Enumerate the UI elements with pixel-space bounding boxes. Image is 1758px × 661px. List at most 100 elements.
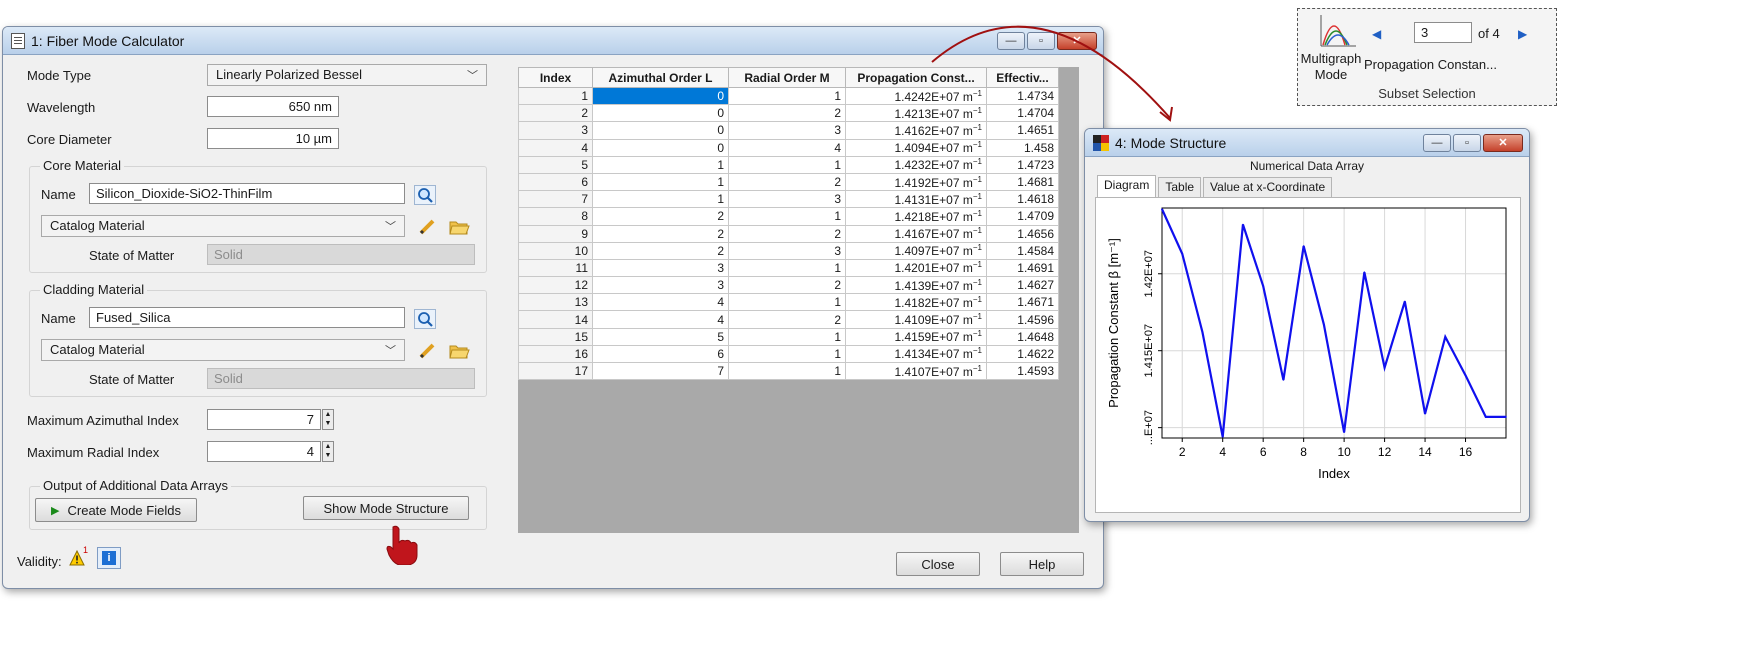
table-cell[interactable]: 6 (518, 172, 593, 192)
cladding-search-button[interactable] (413, 308, 437, 330)
table-cell[interactable]: 1.4648 (986, 327, 1059, 346)
table-cell[interactable]: 1.4167E+07 m−1 (845, 224, 987, 243)
table-cell[interactable]: 1.4709 (986, 207, 1059, 226)
core-search-button[interactable] (413, 184, 437, 206)
table-cell[interactable]: 4 (518, 138, 593, 157)
table-row[interactable]: 16 6 1 1.4134E+07 m−1 1.4622 (518, 344, 1059, 364)
table-cell[interactable]: 5 (518, 155, 593, 174)
minimize-button[interactable]: — (997, 31, 1025, 50)
table-cell[interactable]: 1.4107E+07 m−1 (845, 361, 987, 381)
show-mode-structure-button[interactable]: Show Mode Structure (303, 496, 469, 520)
cladding-open-button[interactable] (447, 340, 471, 362)
table-row[interactable]: 11 3 1 1.4201E+07 m−1 1.4691 (518, 258, 1059, 278)
table-row[interactable]: 10 2 3 1.4097E+07 m−1 1.4584 (518, 241, 1059, 260)
minimize-button[interactable]: — (1423, 133, 1451, 152)
table-cell[interactable]: 4 (592, 310, 729, 329)
table-cell[interactable]: 1.4192E+07 m−1 (845, 172, 987, 192)
table-cell[interactable]: 1 (728, 293, 846, 312)
table-cell[interactable]: 1.4596 (986, 310, 1059, 329)
close-button[interactable]: Close (896, 552, 980, 576)
calc-titlebar[interactable]: 1: Fiber Mode Calculator — ▫ ✕ (3, 27, 1103, 55)
table-row[interactable]: 1 0 1 1.4242E+07 m−1 1.4734 (518, 86, 1059, 106)
info-button[interactable]: i (97, 547, 121, 569)
table-row[interactable]: 17 7 1 1.4107E+07 m−1 1.4593 (518, 361, 1059, 381)
table-row[interactable]: 8 2 1 1.4218E+07 m−1 1.4709 (518, 207, 1059, 226)
mode-type-select[interactable]: Linearly Polarized Bessel ﹀ (207, 64, 487, 86)
maximize-button[interactable]: ▫ (1453, 133, 1481, 152)
maximize-button[interactable]: ▫ (1027, 31, 1055, 50)
previous-subset-icon[interactable]: ◀ (1372, 27, 1381, 41)
table-row[interactable]: 13 4 1 1.4182E+07 m−1 1.4671 (518, 293, 1059, 312)
tab-diagram[interactable]: Diagram (1097, 175, 1157, 197)
col-header-effective[interactable]: Effectiv... (986, 67, 1059, 88)
table-row[interactable]: 3 0 3 1.4162E+07 m−1 1.4651 (518, 121, 1059, 140)
table-cell[interactable]: 1.4704 (986, 104, 1059, 123)
max-azimuthal-input[interactable]: 7 (207, 409, 321, 430)
table-cell[interactable]: 2 (518, 104, 593, 123)
table-cell[interactable]: 1.4593 (986, 361, 1059, 381)
table-cell[interactable]: 2 (592, 207, 729, 226)
table-row[interactable]: 9 2 2 1.4167E+07 m−1 1.4656 (518, 224, 1059, 243)
table-cell[interactable]: 1 (518, 86, 593, 106)
max-radial-spinner[interactable]: ▲ ▼ (322, 441, 334, 462)
cladding-state-select[interactable]: Solid (207, 368, 475, 389)
table-cell[interactable]: 1.4131E+07 m−1 (845, 190, 987, 209)
table-cell[interactable]: 11 (518, 258, 593, 278)
table-cell[interactable]: 1.4182E+07 m−1 (845, 293, 987, 312)
table-cell[interactable]: 7 (518, 190, 593, 209)
table-cell[interactable]: 3 (728, 241, 846, 260)
table-cell[interactable]: 2 (592, 224, 729, 243)
max-radial-input[interactable]: 4 (207, 441, 321, 462)
table-cell[interactable]: 3 (728, 121, 846, 140)
table-cell[interactable]: 1.4162E+07 m−1 (845, 121, 987, 140)
close-window-button[interactable]: ✕ (1483, 133, 1523, 152)
table-cell[interactable]: 1.4651 (986, 121, 1059, 140)
table-cell[interactable]: 0 (592, 104, 729, 123)
col-header-azimuthal[interactable]: Azimuthal Order L (592, 67, 729, 88)
table-cell[interactable]: 2 (728, 310, 846, 329)
help-button[interactable]: Help (1000, 552, 1084, 576)
table-cell[interactable]: 1.4201E+07 m−1 (845, 258, 987, 278)
table-cell[interactable]: 17 (518, 361, 593, 381)
table-cell[interactable]: 1 (728, 207, 846, 226)
table-cell[interactable]: 2 (728, 276, 846, 295)
table-cell[interactable]: 1 (728, 327, 846, 346)
table-cell[interactable]: 1.4734 (986, 86, 1059, 106)
tab-table[interactable]: Table (1158, 177, 1202, 197)
table-row[interactable]: 2 0 2 1.4213E+07 m−1 1.4704 (518, 104, 1059, 123)
table-cell[interactable]: 10 (518, 241, 593, 260)
core-state-select[interactable]: Solid (207, 244, 475, 265)
table-cell[interactable]: 12 (518, 276, 593, 295)
col-header-radial[interactable]: Radial Order M (728, 67, 846, 88)
table-cell[interactable]: 2 (728, 104, 846, 123)
table-cell[interactable]: 4 (728, 138, 846, 157)
table-cell[interactable]: 16 (518, 344, 593, 364)
tab-value-at-x[interactable]: Value at x-Coordinate (1203, 177, 1333, 197)
wavelength-input[interactable]: 650 nm (207, 96, 339, 117)
table-row[interactable]: 4 0 4 1.4094E+07 m−1 1.458 (518, 138, 1059, 157)
table-row[interactable]: 14 4 2 1.4109E+07 m−1 1.4596 (518, 310, 1059, 329)
table-cell[interactable]: 1 (728, 155, 846, 174)
table-cell[interactable]: 8 (518, 207, 593, 226)
table-cell[interactable]: 7 (592, 361, 729, 381)
table-cell[interactable]: 3 (518, 121, 593, 140)
table-cell[interactable]: 1.4134E+07 m−1 (845, 344, 987, 364)
next-subset-icon[interactable]: ▶ (1518, 27, 1527, 41)
table-cell[interactable]: 1.4622 (986, 344, 1059, 364)
table-cell[interactable]: 1 (592, 172, 729, 192)
core-edit-button[interactable] (415, 216, 439, 238)
table-row[interactable]: 5 1 1 1.4232E+07 m−1 1.4723 (518, 155, 1059, 174)
core-name-input[interactable]: Silicon_Dioxide-SiO2-ThinFilm (89, 183, 405, 204)
table-cell[interactable]: 5 (592, 327, 729, 346)
table-cell[interactable]: 1 (592, 155, 729, 174)
table-cell[interactable]: 1 (592, 190, 729, 209)
cladding-edit-button[interactable] (415, 340, 439, 362)
close-window-button[interactable]: ✕ (1057, 31, 1097, 50)
table-row[interactable]: 15 5 1 1.4159E+07 m−1 1.4648 (518, 327, 1059, 346)
table-cell[interactable]: 1.4218E+07 m−1 (845, 207, 987, 226)
propagation-subset-select[interactable]: Propagation Constan... (1364, 57, 1497, 72)
table-row[interactable]: 7 1 3 1.4131E+07 m−1 1.4618 (518, 190, 1059, 209)
table-cell[interactable]: 1.4232E+07 m−1 (845, 155, 987, 174)
table-cell[interactable]: 2 (728, 224, 846, 243)
table-cell[interactable]: 1.4242E+07 m−1 (845, 86, 987, 106)
